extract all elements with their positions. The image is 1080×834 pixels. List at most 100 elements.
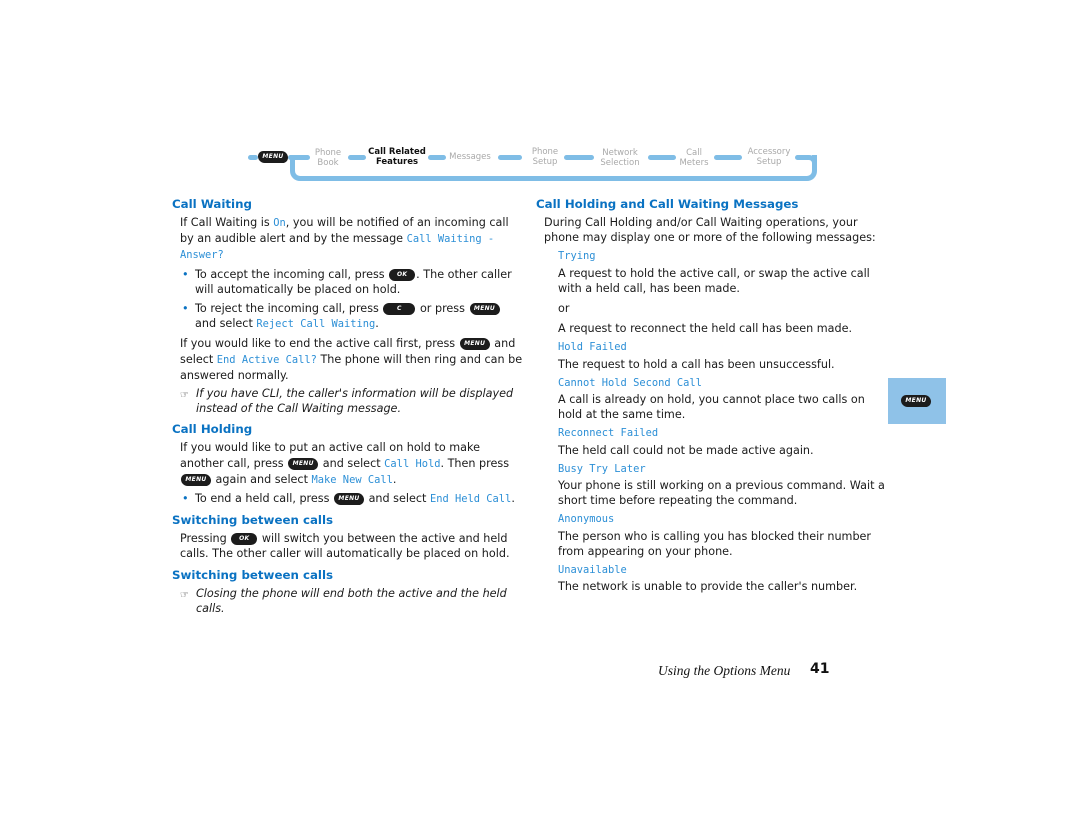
text: Pressing [180, 532, 231, 546]
text: To reject the incoming call, press [195, 302, 383, 316]
message-description: The person who is calling you has blocke… [558, 529, 872, 558]
pointing-hand-icon: ☞ [180, 390, 189, 402]
menu-key-icon: MENU [288, 457, 319, 470]
message-title: Unavailable [558, 564, 627, 577]
left-column: Call Waiting If Call Waiting is On, you … [172, 197, 524, 619]
end-active-call-paragraph: If you would like to end the active call… [180, 336, 524, 383]
bullet-reject-call: • To reject the incoming call, press C or… [180, 301, 524, 332]
nav-item-line2: Selection [600, 158, 640, 168]
side-tab-options-menu: MENU [888, 378, 946, 424]
lcd-text: Make New Call [311, 473, 393, 486]
menu-key-icon: MENU [459, 338, 490, 351]
message-description: A request to reconnect the held call has… [558, 322, 853, 336]
nav-item-line2: Setup [532, 157, 558, 167]
text: Closing the phone will end both the acti… [196, 586, 507, 615]
nav-item-line2: Book [317, 158, 339, 168]
nav-item-phone-setup[interactable]: Phone Setup [524, 147, 566, 167]
menu-key-icon: MENU [181, 473, 211, 486]
nav-item-line2: Features [375, 157, 419, 167]
messages-intro: During Call Holding and/or Call Waiting … [544, 216, 876, 245]
nav-connector [498, 155, 522, 160]
nav-connector [288, 155, 310, 160]
message-title: Cannot Hold Second Call [558, 376, 702, 389]
text: and select [195, 317, 257, 331]
switching-paragraph: Pressing OK will switch you between the … [180, 531, 524, 561]
message-title: Hold Failed [558, 341, 627, 354]
text: . [511, 492, 515, 506]
text: or press [416, 302, 469, 316]
lcd-text: End Held Call [429, 493, 512, 506]
message-title: Reconnect Failed [558, 427, 659, 440]
message-title: Trying [558, 250, 596, 263]
menu-navigation-strip: MENU Phone Book Call Related Features Me… [0, 0, 1080, 200]
menu-key-icon: MENU [334, 493, 365, 506]
ok-key-icon: OK [231, 533, 258, 546]
text: . [375, 317, 379, 331]
bullet-icon: • [182, 492, 189, 506]
nav-connector [648, 155, 676, 160]
call-waiting-intro: If Call Waiting is On, you will be notif… [180, 215, 524, 264]
lcd-text: Reject Call Waiting [256, 318, 376, 331]
nav-item-line1: Messages [449, 152, 491, 162]
text: again and select [212, 472, 312, 486]
nav-item-line2: Meters [679, 158, 709, 168]
text: To end a held call, press [195, 492, 334, 506]
heading-call-waiting: Call Waiting [172, 197, 252, 211]
text: If you would like to end the active call… [180, 337, 459, 351]
text: and select [319, 456, 385, 470]
message-description: A call is already on hold, you cannot pl… [558, 393, 865, 422]
menu-key-icon: MENU [469, 303, 500, 316]
bullet-accept-call: • To accept the incoming call, press OK. … [180, 267, 524, 297]
message-description: Your phone is still working on a previou… [558, 479, 885, 508]
message-list: Trying A request to hold the active call,… [536, 249, 888, 594]
bullet-end-held-call: • To end a held call, press MENU and sele… [180, 491, 524, 507]
nav-item-line1: Accessory [747, 147, 791, 157]
text: If Call Waiting is [180, 216, 274, 229]
message-title: Busy Try Later [558, 462, 646, 475]
text: and select [365, 492, 430, 506]
nav-connector [564, 155, 594, 160]
text: To accept the incoming call, press [195, 267, 389, 281]
text: . Then press [440, 456, 510, 470]
nav-item-messages[interactable]: Messages [444, 152, 496, 162]
nav-item-accessory-setup[interactable]: Accessory Setup [744, 147, 794, 167]
nav-item-call-related-features[interactable]: Call Related Features [364, 147, 430, 167]
heading-messages: Call Holding and Call Waiting Messages [536, 197, 799, 211]
nav-item-line1: Phone [314, 148, 342, 158]
bullet-icon: • [182, 302, 189, 316]
lcd-text: Call Hold [384, 457, 441, 470]
message-description: A request to hold the active call, or sw… [558, 266, 870, 295]
nav-item-network-selection[interactable]: Network Selection [594, 148, 646, 168]
menu-key-icon: MENU [258, 151, 288, 163]
message-description: or [558, 302, 570, 316]
c-key-icon: C [383, 303, 416, 316]
message-description: The held call could not be made active a… [558, 443, 814, 457]
nav-connector [714, 155, 742, 160]
note-cli: ☞ If you have CLI, the caller's informati… [180, 386, 524, 416]
page-number: 41 [810, 661, 830, 677]
message-description: The request to hold a call has been unsu… [558, 357, 835, 371]
right-column: Call Holding and Call Waiting Messages D… [536, 197, 888, 597]
nav-item-line1: Phone [531, 147, 559, 157]
message-description: The network is unable to provide the cal… [558, 580, 858, 594]
message-title: Anonymous [558, 513, 615, 526]
ok-key-icon: OK [389, 268, 416, 281]
nav-item-call-meters[interactable]: Call Meters [675, 148, 713, 168]
text: If you have CLI, the caller's informatio… [196, 387, 514, 416]
text: . [392, 472, 397, 486]
lcd-text: End Active Call? [216, 353, 317, 366]
nav-item-line1: Network [602, 148, 638, 158]
menu-key-icon: MENU [901, 395, 931, 407]
nav-item-phone-book[interactable]: Phone Book [308, 148, 348, 168]
nav-connector [248, 155, 258, 160]
call-holding-paragraph: If you would like to put an active call … [180, 440, 524, 488]
nav-item-line1: Call Related [368, 147, 426, 157]
nav-item-line1: Call [686, 148, 702, 158]
lcd-text: On [273, 217, 286, 229]
nav-item-line2: Setup [756, 157, 782, 167]
note-closing-phone: ☞ Closing the phone will end both the act… [180, 586, 524, 616]
pointing-hand-icon: ☞ [180, 589, 189, 601]
footer-section-title: Using the Options Menu [658, 663, 791, 678]
nav-connector [795, 155, 809, 160]
heading-switching-between-calls-2: Switching between calls [172, 567, 334, 582]
